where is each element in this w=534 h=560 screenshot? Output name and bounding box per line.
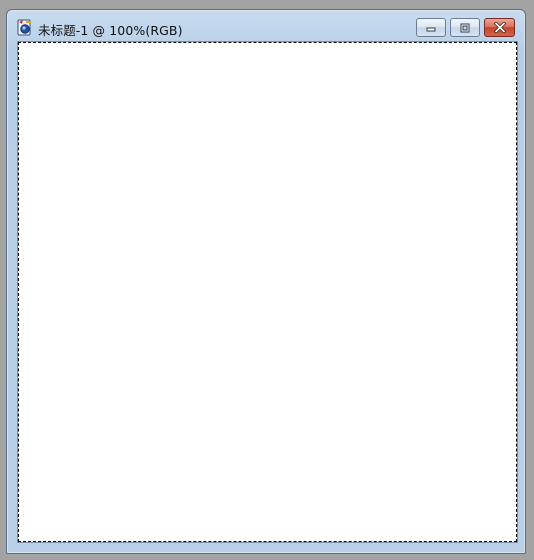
- close-icon: [493, 22, 506, 33]
- minimize-button[interactable]: [416, 18, 446, 37]
- minimize-icon: [426, 27, 436, 31]
- marquee-selection: [18, 42, 517, 542]
- maximize-button[interactable]: [450, 18, 480, 37]
- window-title: 未标题-1 @ 100%(RGB): [38, 23, 183, 38]
- document-window[interactable]: 未标题-1 @ 100%(RGB): [6, 9, 526, 554]
- maximize-icon: [460, 23, 470, 32]
- photoshop-document-icon: [16, 19, 34, 37]
- document-canvas[interactable]: [17, 41, 518, 543]
- close-button[interactable]: [484, 18, 515, 37]
- title-bar[interactable]: 未标题-1 @ 100%(RGB): [7, 10, 525, 40]
